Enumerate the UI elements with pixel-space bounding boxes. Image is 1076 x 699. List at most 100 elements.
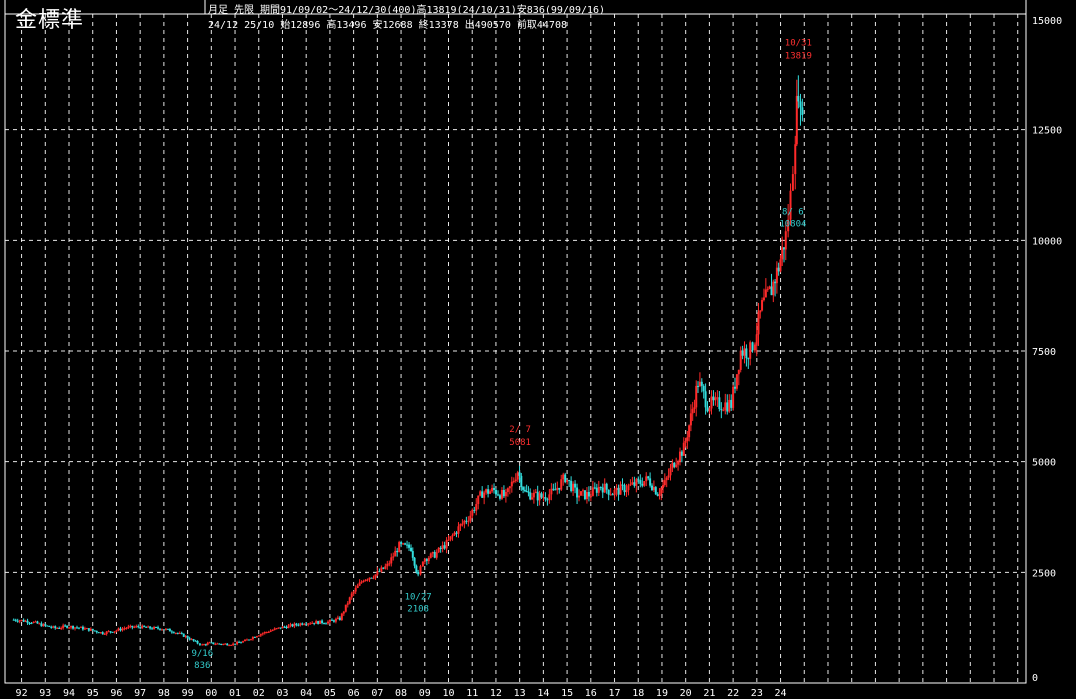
candle-body <box>139 626 142 629</box>
candle-body <box>525 490 528 492</box>
candle-body <box>745 348 748 359</box>
candle-body <box>595 487 598 493</box>
candle-body <box>665 477 668 481</box>
candle-body <box>20 619 23 621</box>
x-tick-label: 21 <box>703 688 715 699</box>
candle-body <box>46 625 49 627</box>
candle-body <box>64 625 67 627</box>
candle-body <box>147 626 150 628</box>
candle-body <box>527 491 530 493</box>
candle-body <box>423 559 426 562</box>
x-tick-label: 16 <box>585 688 597 699</box>
annotation-value: 5081 <box>509 438 531 448</box>
candle-body <box>230 644 233 646</box>
candle-body <box>249 639 252 641</box>
candle-body <box>162 629 165 631</box>
candle-body <box>366 579 369 581</box>
candle-body <box>591 487 594 496</box>
candle-body <box>141 625 144 629</box>
candle-body <box>30 622 33 624</box>
candle-body <box>160 629 163 631</box>
candle-body <box>232 643 235 645</box>
candle-body <box>188 638 191 640</box>
candle-body <box>639 480 642 484</box>
candle-body <box>495 489 498 495</box>
candle-body <box>74 627 77 629</box>
candle-body <box>354 587 357 592</box>
candle-body <box>580 491 583 496</box>
candle-body <box>261 633 264 635</box>
candle-body <box>587 492 590 497</box>
candle-body <box>321 620 324 624</box>
candle-body <box>548 494 551 500</box>
candle-body <box>386 563 389 567</box>
candle-body <box>465 520 468 522</box>
candle-body <box>647 476 650 479</box>
candle-body <box>457 526 460 534</box>
candle-body <box>222 643 225 645</box>
annotation-value: 13819 <box>785 51 812 61</box>
candle-body <box>198 643 201 645</box>
candle-body <box>83 628 86 630</box>
candle-body <box>801 107 804 115</box>
candle-body <box>265 631 268 633</box>
candle-body <box>115 630 118 632</box>
x-tick-label: 03 <box>276 688 288 699</box>
candle-body <box>680 451 683 456</box>
candle-body <box>774 281 777 284</box>
candle-body <box>26 620 29 623</box>
candle-body <box>382 567 385 569</box>
candle-body <box>554 489 557 491</box>
candle-body <box>714 397 717 401</box>
candle-body <box>546 499 549 501</box>
candle-body <box>777 267 780 272</box>
candle-body <box>542 497 545 499</box>
annotation-date: 2/ 7 <box>509 425 531 435</box>
candle-body <box>305 624 308 626</box>
x-tick-label: 18 <box>632 688 644 699</box>
candle-body <box>722 410 725 412</box>
candle-body <box>109 631 112 633</box>
candle-body <box>301 623 304 625</box>
candle-body <box>631 482 634 485</box>
candle-body <box>568 479 571 481</box>
candle-body <box>245 639 248 641</box>
candle-body <box>520 475 523 488</box>
candle-body <box>686 437 689 441</box>
candle-body <box>101 632 104 635</box>
candle-body <box>467 520 470 522</box>
candle-body <box>449 536 452 540</box>
candle-body <box>220 643 223 645</box>
candle-body <box>105 631 108 634</box>
candle-body <box>720 408 723 411</box>
candle-body <box>208 642 211 644</box>
x-tick-label: 20 <box>680 688 692 699</box>
candle-body <box>735 374 738 389</box>
x-tick-label: 98 <box>158 688 170 699</box>
candle-body <box>514 479 517 482</box>
candle-body <box>374 574 377 578</box>
candle-body <box>475 504 478 511</box>
candle-body <box>210 642 213 644</box>
candle-body <box>103 633 106 635</box>
candle-body <box>534 491 537 493</box>
candle-body <box>508 486 511 489</box>
x-tick-label: 05 <box>324 688 336 699</box>
candle-body <box>388 563 391 565</box>
candle-body <box>281 626 284 629</box>
candle-body <box>623 485 626 493</box>
candle-body <box>192 639 195 641</box>
annotation-value: 10804 <box>779 220 806 230</box>
candle-body <box>242 641 245 643</box>
candle-body <box>732 386 735 408</box>
candle-body <box>77 627 80 629</box>
candle-body <box>419 566 422 575</box>
candle-body <box>607 489 610 495</box>
candle-body <box>372 577 375 579</box>
candle-body <box>81 626 84 630</box>
candle-body <box>759 310 762 313</box>
candle-body <box>518 472 521 476</box>
candle-body <box>330 619 333 621</box>
candle-body <box>678 451 681 462</box>
candle-body <box>22 619 25 622</box>
